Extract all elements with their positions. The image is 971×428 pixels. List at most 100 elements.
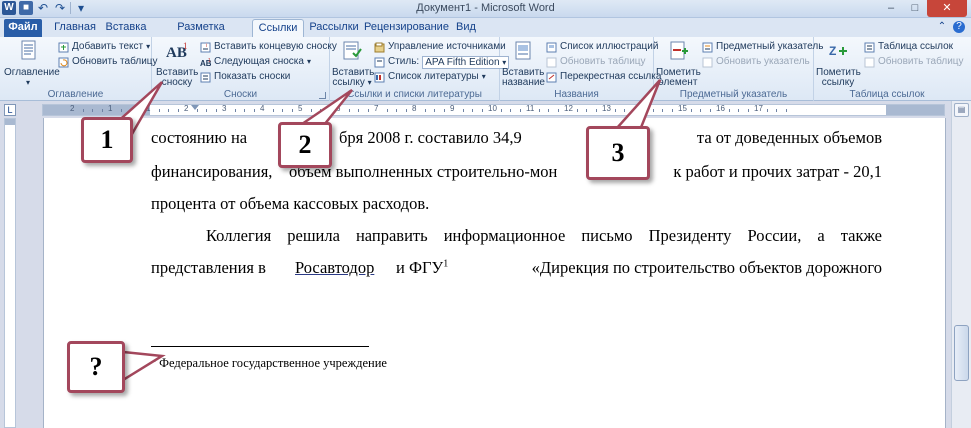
text-line-2-part-c: к работ и прочих затрат - 20,1 xyxy=(673,162,882,181)
next-footnote-button[interactable]: AB 1 Следующая сноска ▾ xyxy=(200,55,311,69)
text-line-5-fgu: и ФГУ1 xyxy=(396,258,448,278)
add-text-button[interactable]: Добавить текст ▾ xyxy=(58,40,150,54)
style-value: APA Fifth Edition xyxy=(425,56,500,68)
ruler-number: 1 xyxy=(146,104,151,113)
ruler-toggle-icon[interactable]: ▤ xyxy=(954,103,969,117)
toc-button[interactable]: Оглавление ▾ xyxy=(4,39,60,88)
show-notes-button[interactable]: Показать сноски xyxy=(200,70,290,84)
bibliography-icon xyxy=(374,72,385,82)
mark-citation-icon: Z xyxy=(829,44,847,58)
ruler-tick xyxy=(244,109,245,112)
insert-endnote-button[interactable]: i Вставить концевую сноску xyxy=(200,40,337,54)
ruler-number: 12 xyxy=(564,104,573,113)
manage-sources-button[interactable]: Управление источниками xyxy=(374,40,506,54)
update-authorities-table-label: Обновить таблицу xyxy=(878,56,964,67)
update-index-label: Обновить указатель xyxy=(716,56,810,67)
text-line-4-content: Коллегия решила направить информационное… xyxy=(206,226,882,245)
ruler-number: 6 xyxy=(336,104,341,113)
ruler-tick xyxy=(348,109,350,112)
svg-text:1: 1 xyxy=(183,41,188,51)
update-figures-table-button[interactable]: Обновить таблицу xyxy=(546,55,646,69)
ruler-tick xyxy=(662,109,663,112)
insert-caption-button[interactable]: Вставить название xyxy=(502,39,545,88)
text-line-1-part-a: состоянию на xyxy=(151,128,248,147)
ruler-tick xyxy=(472,109,473,112)
ruler-tick xyxy=(386,109,388,112)
ruler-tick xyxy=(282,109,283,112)
update-index-button[interactable]: Обновить указатель xyxy=(702,55,810,69)
footnote-reference-mark[interactable]: 1 xyxy=(443,259,448,270)
footnotes-dialog-launcher-icon[interactable] xyxy=(319,92,326,99)
insert-footnote-button[interactable]: AB 1 Вставить сноску xyxy=(156,39,198,88)
window-title: Документ1 - Microsoft Word xyxy=(416,2,555,14)
insert-citation-button[interactable]: Вставить ссылку ▾ xyxy=(332,39,374,88)
table-of-figures-button[interactable]: Список иллюстраций xyxy=(546,40,658,54)
style-dropdown[interactable]: APA Fifth Edition ▾ xyxy=(422,55,510,69)
help-icon[interactable]: ? xyxy=(953,21,965,33)
toc-button-label: Оглавление xyxy=(4,67,60,78)
ruler-tick xyxy=(130,109,131,112)
tab-insert[interactable]: Вставка xyxy=(104,19,148,37)
mark-entry-button[interactable]: Пометить элемент xyxy=(656,39,701,88)
ruler-number: 10 xyxy=(488,104,497,113)
tab-page-layout[interactable]: Разметка страницы xyxy=(154,19,248,50)
ribbon-minimize-icon[interactable]: ⌃ xyxy=(936,21,948,33)
mark-citation-button[interactable]: Z Пометить ссылку xyxy=(816,39,861,88)
ruler-number: 4 xyxy=(260,104,265,113)
group-authorities-label: Таблица ссылок xyxy=(849,89,925,100)
ruler-tick xyxy=(728,109,730,112)
scrollbar-thumb[interactable] xyxy=(954,325,969,381)
insert-index-button[interactable]: Предметный указатель xyxy=(702,40,823,54)
ruler-tick xyxy=(785,109,787,112)
first-line-indent-marker[interactable] xyxy=(191,105,199,110)
ruler-tick xyxy=(253,109,255,112)
ruler-tick xyxy=(700,109,701,112)
ruler-tick xyxy=(690,109,692,112)
text-line-4: Коллегия решила направить информационное… xyxy=(206,226,882,246)
group-citations: Вставить ссылку ▾ Управление источниками… xyxy=(330,37,510,101)
insert-table-of-authorities-button[interactable]: Таблица ссылок xyxy=(864,40,953,54)
minimize-button[interactable]: – xyxy=(879,0,903,17)
tab-references[interactable]: Ссылки xyxy=(252,19,304,37)
ruler-tick xyxy=(709,109,711,112)
mark-citation-label-2: ссылку xyxy=(821,77,855,88)
add-text-label: Добавить текст xyxy=(72,41,144,52)
group-toc-label: Оглавление xyxy=(47,89,104,100)
tab-home[interactable]: Главная xyxy=(50,19,100,37)
vertical-scrollbar[interactable]: ▤ xyxy=(951,101,971,428)
cross-reference-button[interactable]: Перекрестная ссылка xyxy=(546,70,661,84)
tab-review[interactable]: Рецензирование xyxy=(364,19,449,37)
bibliography-button[interactable]: Список литературы ▾ xyxy=(374,70,486,84)
footnote-separator xyxy=(151,346,369,347)
document-page[interactable]: состоянию на бря 2008 г. составило 34,9 … xyxy=(43,118,946,428)
update-toc-button[interactable]: Обновить таблицу xyxy=(58,55,158,69)
ruler-tick xyxy=(329,109,331,112)
update-toc-label: Обновить таблицу xyxy=(72,56,158,67)
tab-mailings[interactable]: Рассылки xyxy=(308,19,360,37)
ruler-right-margin xyxy=(886,105,944,115)
ruler-tick xyxy=(633,109,635,112)
ruler-bar[interactable]: 2 1 1 2 3 4 5 6 7 8 9 10 11 12 13 14 15 16 17 xyxy=(42,104,945,116)
text-line-1-part-b: бря 2008 г. составило 34,9 xyxy=(339,128,522,147)
window-controls: – □ ✕ xyxy=(879,0,967,17)
ruler-tick xyxy=(101,109,103,112)
mark-entry-icon xyxy=(670,41,688,60)
mark-entry-label-2: элемент xyxy=(658,77,698,88)
ruler-tick xyxy=(434,109,435,112)
tab-file[interactable]: Файл xyxy=(4,19,42,37)
callout-question: ? xyxy=(67,341,125,393)
tab-view[interactable]: Вид xyxy=(452,19,480,37)
fgu-text: и ФГУ xyxy=(396,258,444,277)
ruler-number: 8 xyxy=(412,104,417,113)
maximize-button[interactable]: □ xyxy=(903,0,927,17)
update-authorities-table-button[interactable]: Обновить таблицу xyxy=(864,55,964,69)
table-of-authorities-icon xyxy=(864,42,875,52)
tab-selector[interactable]: L xyxy=(4,104,16,116)
bibliography-label: Список литературы xyxy=(388,71,479,82)
insert-citation-label-2: ссылку ▾ xyxy=(332,77,372,88)
ruler-tick xyxy=(586,109,587,112)
close-button[interactable]: ✕ xyxy=(927,0,967,17)
ribbon-tabs: Файл Главная Вставка Разметка страницы С… xyxy=(0,18,971,50)
ruler-number: 14 xyxy=(640,104,649,113)
toc-icon xyxy=(21,40,36,60)
